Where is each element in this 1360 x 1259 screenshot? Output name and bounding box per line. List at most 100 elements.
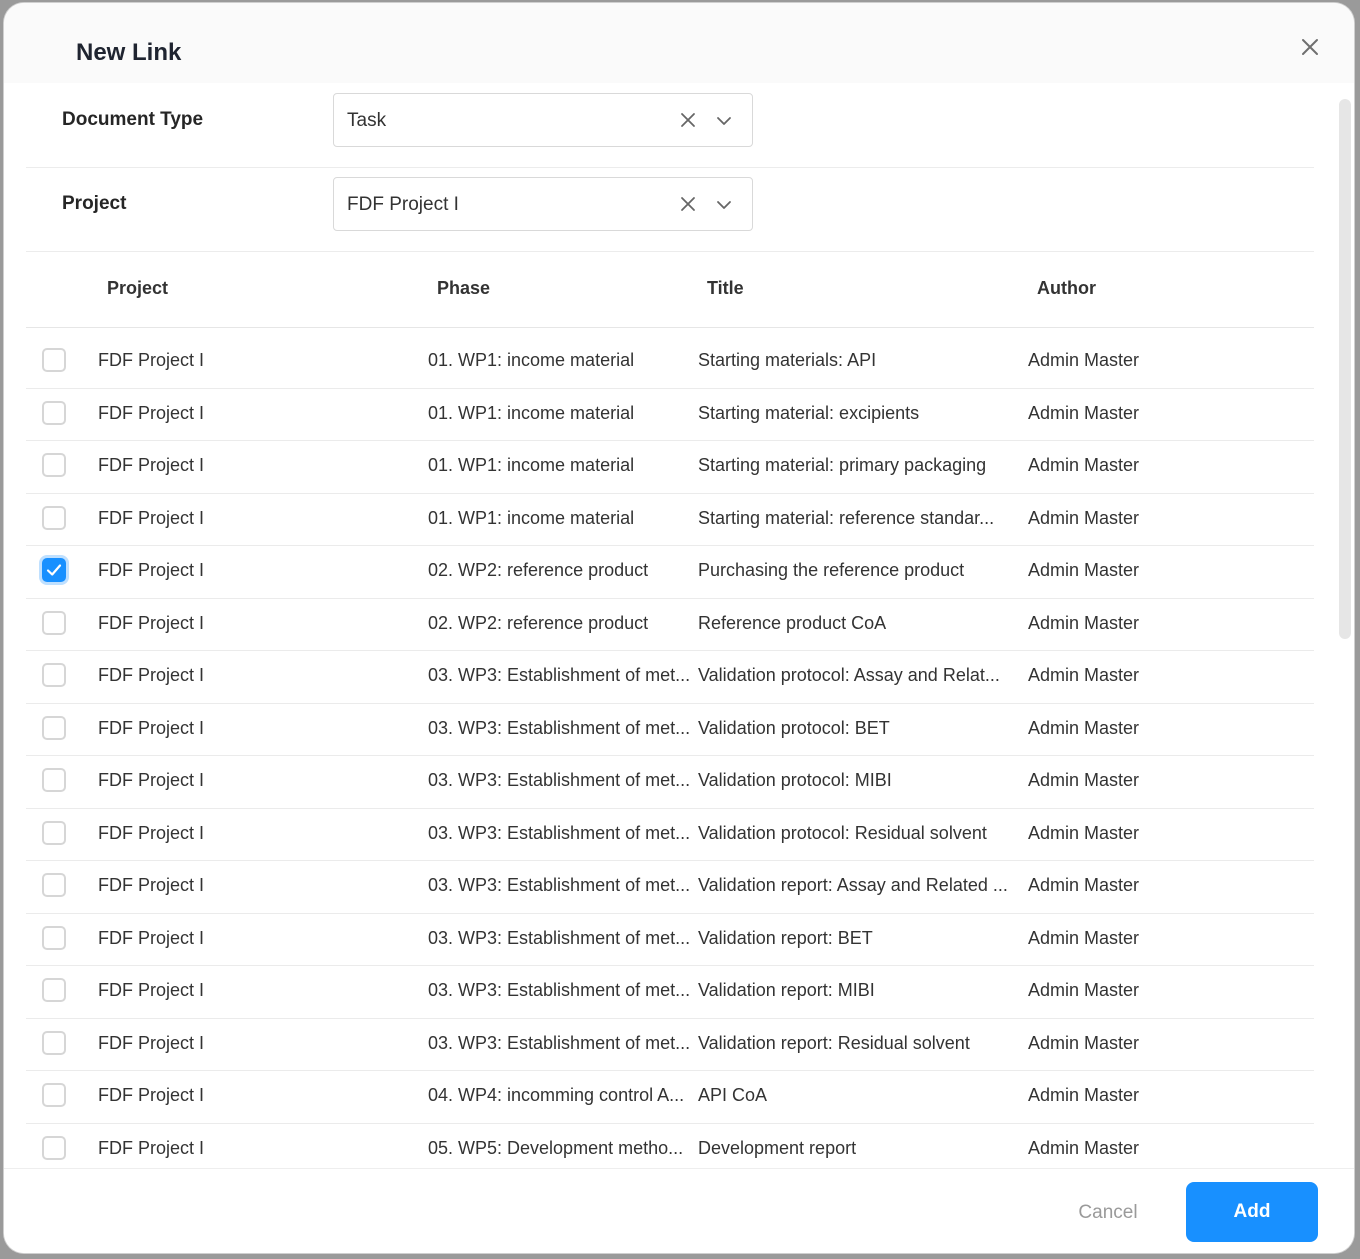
cell-project: FDF Project I: [98, 612, 205, 633]
project-label: Project: [62, 193, 127, 214]
cell-project: FDF Project I: [98, 1032, 205, 1053]
table-row[interactable]: FDF Project I 03. WP3: Establishment of m…: [26, 1019, 1314, 1071]
table-row[interactable]: FDF Project I 01. WP1: income material Sta…: [26, 389, 1314, 441]
cell-title: Validation protocol: BET: [698, 717, 890, 738]
add-button[interactable]: Add: [1186, 1182, 1318, 1242]
table-row[interactable]: FDF Project I 03. WP3: Establishment of m…: [26, 809, 1314, 861]
row-checkbox[interactable]: [42, 400, 66, 425]
cell-title: Purchasing the reference product: [698, 560, 965, 580]
cell-author: Admin Master: [1028, 822, 1140, 843]
row-checkbox[interactable]: [42, 1135, 66, 1160]
dialog-header: New Link: [4, 3, 1354, 83]
cell-author: Admin Master: [1028, 665, 1140, 685]
cell-author: Admin Master: [1028, 455, 1140, 475]
row-checkbox[interactable]: [42, 925, 66, 950]
table-row[interactable]: FDF Project I 01. WP1: income material Sta…: [26, 336, 1314, 389]
cell-author: Admin Master: [1028, 560, 1140, 580]
document-type-row: Document Type Task: [26, 83, 1314, 168]
table-row[interactable]: FDF Project I 03. WP3: Establishment of m…: [26, 861, 1314, 914]
cell-project: FDF Project I: [98, 822, 205, 843]
cell-title: Reference product CoA: [698, 612, 887, 633]
cell-project: FDF Project I: [98, 560, 205, 580]
cell-author: Admin Master: [1028, 1032, 1140, 1053]
cell-project: FDF Project I: [98, 507, 205, 528]
cell-title: Validation protocol: Assay and Relat...: [698, 665, 1000, 685]
cell-author: Admin Master: [1028, 1137, 1140, 1158]
column-header-project: Project: [107, 278, 169, 298]
row-checkbox[interactable]: [42, 715, 66, 740]
table-row[interactable]: FDF Project I 01. WP1: income material Sta…: [26, 494, 1314, 546]
column-header-title: Title: [707, 278, 744, 298]
row-checkbox[interactable]: [42, 505, 66, 530]
check-icon: [46, 564, 62, 576]
scrollbar-thumb[interactable]: [1339, 99, 1351, 639]
cell-project: FDF Project I: [98, 350, 205, 370]
cell-title: Validation report: BET: [698, 927, 873, 948]
cell-project: FDF Project I: [98, 1137, 205, 1158]
cell-title: Starting material: primary packaging: [698, 455, 987, 475]
clear-icon[interactable]: [678, 110, 698, 130]
table-row[interactable]: FDF Project I 03. WP3: Establishment of m…: [26, 756, 1314, 809]
cell-phase: 01. WP1: income material: [428, 455, 635, 475]
cell-phase: 03. WP3: Establishment of met...: [428, 927, 691, 948]
chevron-down-icon[interactable]: [714, 195, 734, 215]
cell-project: FDF Project I: [98, 1085, 205, 1105]
cell-title: Validation report: Assay and Related ...: [698, 875, 1008, 895]
cell-phase: 03. WP3: Establishment of met...: [428, 980, 691, 1000]
cell-project: FDF Project I: [98, 402, 205, 423]
cell-title: Starting materials: API: [698, 350, 877, 370]
cancel-button[interactable]: Cancel: [1052, 1191, 1164, 1235]
chevron-down-icon[interactable]: [714, 111, 734, 131]
cell-project: FDF Project I: [98, 717, 205, 738]
table-body: FDF Project I 01. WP1: income material Sta…: [26, 336, 1314, 1168]
cell-phase: 03. WP3: Establishment of met...: [428, 717, 691, 738]
row-checkbox[interactable]: [42, 978, 66, 1002]
cell-project: FDF Project I: [98, 875, 205, 895]
row-checkbox[interactable]: [42, 873, 66, 897]
cell-phase: 04. WP4: incomming control A...: [428, 1085, 685, 1105]
cell-author: Admin Master: [1028, 927, 1140, 948]
cell-phase: 05. WP5: Development metho...: [428, 1137, 684, 1158]
close-button[interactable]: [1296, 33, 1324, 61]
table-row[interactable]: FDF Project I 03. WP3: Establishment of m…: [26, 704, 1314, 756]
dialog-footer: Cancel Add: [4, 1168, 1354, 1253]
new-link-dialog: New Link Document Type Task Project FDF …: [4, 3, 1354, 1253]
cell-phase: 02. WP2: reference product: [428, 612, 649, 633]
table-row[interactable]: FDF Project I 01. WP1: income material Sta…: [26, 441, 1314, 494]
row-checkbox[interactable]: [42, 768, 66, 792]
table-row[interactable]: FDF Project I 04. WP4: incomming control …: [26, 1071, 1314, 1124]
cell-title: Development report: [698, 1137, 857, 1158]
table-row[interactable]: FDF Project I 02. WP2: reference product P…: [26, 546, 1314, 599]
cell-author: Admin Master: [1028, 507, 1140, 528]
cell-phase: 01. WP1: income material: [428, 350, 635, 370]
row-checkbox[interactable]: [42, 348, 66, 372]
dialog-body: Document Type Task Project FDF Project I: [4, 83, 1354, 1168]
cell-phase: 01. WP1: income material: [428, 507, 635, 528]
row-checkbox[interactable]: [42, 558, 66, 582]
cell-phase: 02. WP2: reference product: [428, 560, 649, 580]
cell-author: Admin Master: [1028, 770, 1140, 790]
row-checkbox[interactable]: [42, 453, 66, 477]
cell-project: FDF Project I: [98, 665, 205, 685]
table-row[interactable]: FDF Project I 03. WP3: Establishment of m…: [26, 966, 1314, 1019]
cell-title: API CoA: [698, 1085, 768, 1105]
column-header-phase: Phase: [437, 278, 491, 298]
cell-title: Starting material: reference standar...: [698, 507, 995, 528]
cell-title: Validation report: Residual solvent: [698, 1032, 970, 1053]
row-checkbox[interactable]: [42, 610, 66, 635]
cell-project: FDF Project I: [98, 455, 205, 475]
row-checkbox[interactable]: [42, 820, 66, 845]
row-checkbox[interactable]: [42, 1030, 66, 1055]
project-select[interactable]: FDF Project I: [333, 177, 753, 231]
table-row[interactable]: FDF Project I 03. WP3: Establishment of m…: [26, 914, 1314, 966]
table-row[interactable]: FDF Project I 05. WP5: Development metho.…: [26, 1124, 1314, 1169]
cell-author: Admin Master: [1028, 612, 1140, 633]
table-row[interactable]: FDF Project I 02. WP2: reference product R…: [26, 599, 1314, 651]
row-checkbox[interactable]: [42, 1083, 66, 1107]
table-row[interactable]: FDF Project I 03. WP3: Establishment of m…: [26, 651, 1314, 704]
clear-icon[interactable]: [678, 194, 698, 214]
row-checkbox[interactable]: [42, 663, 66, 687]
cell-author: Admin Master: [1028, 980, 1140, 1000]
cell-title: Starting material: excipients: [698, 402, 920, 423]
document-type-select[interactable]: Task: [333, 93, 753, 147]
